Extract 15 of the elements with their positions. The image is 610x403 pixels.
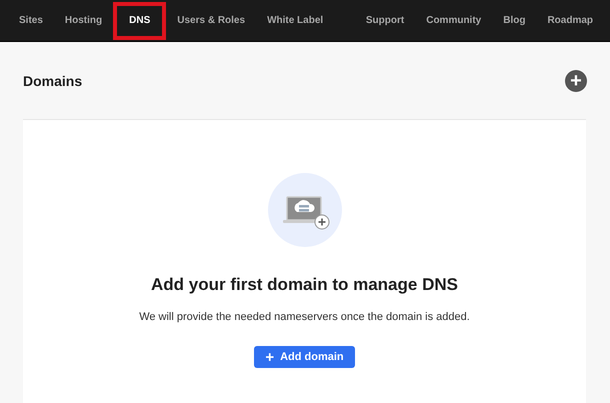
section-title: Domains [23, 72, 82, 88]
nav-link[interactable]: Users & Roles [166, 2, 256, 40]
empty-state-heading: Add your first domain to manage DNS [151, 275, 458, 295]
add-button[interactable]: + [565, 70, 587, 92]
nav-link[interactable]: DNS [113, 2, 166, 40]
nav-link[interactable]: Community [415, 2, 492, 40]
nav-link[interactable]: Roadmap [536, 2, 604, 40]
add-domain-button[interactable]: + Add domain [254, 346, 355, 368]
nav-link[interactable]: Hosting [54, 2, 114, 40]
nav-link[interactable]: Support [354, 2, 416, 40]
nav-link[interactable]: Sites [8, 2, 54, 40]
empty-state-message: We will provide the needed nameservers once the domain is added. [139, 311, 470, 323]
nav-link[interactable]: White Label [256, 2, 334, 40]
nav-link[interactable]: Blog [492, 2, 536, 40]
laptop-cloud-icon [266, 172, 342, 248]
